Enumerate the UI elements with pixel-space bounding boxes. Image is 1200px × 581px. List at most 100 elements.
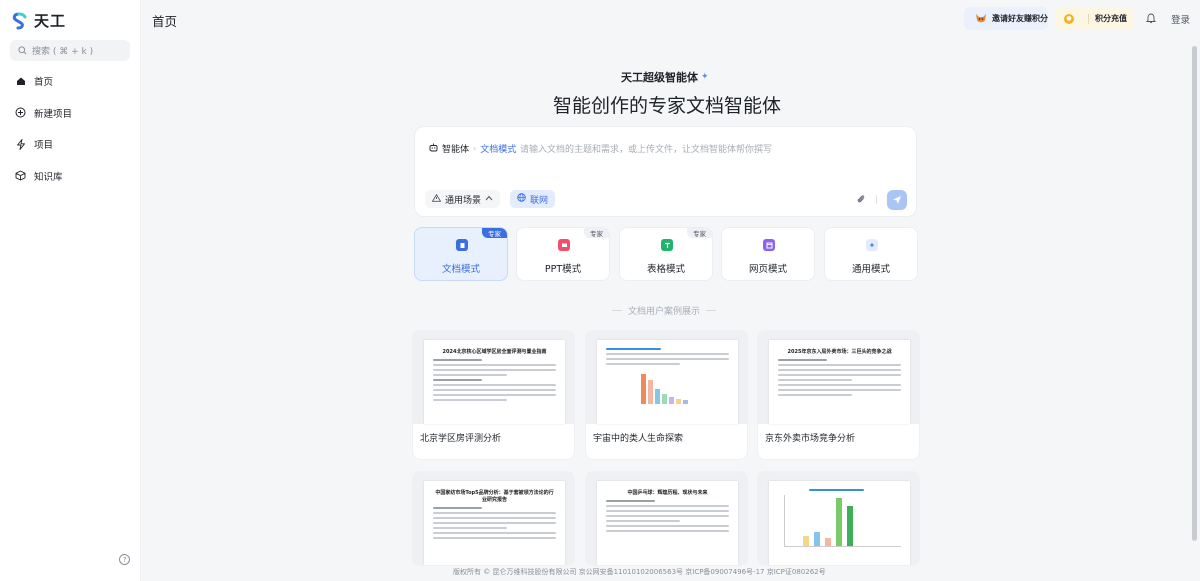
lightning-icon <box>15 138 26 150</box>
hero-headline: 智能创作的专家文档智能体 <box>553 95 782 117</box>
hero-subtitle: 天工超级智能体 ✦ <box>621 69 709 85</box>
plus-circle-icon <box>15 107 26 118</box>
case-thumbnail: 2024北京核心区域学区房全面评测与置业指南 <box>413 331 574 424</box>
case-card[interactable]: 2024北京核心区域学区房全面评测与置业指南 北京学区房评测分析 <box>412 330 575 460</box>
app-logo[interactable]: 天工 <box>10 10 66 31</box>
case-card[interactable]: 宇宙中的类人生命探索 <box>585 330 748 460</box>
case-card[interactable]: 2025年京东入局外卖市场：三巨头的竞争之战 京东外卖市场竞争分析 <box>757 330 920 460</box>
invite-button[interactable]: 邀请好友赚积分 <box>964 7 1048 30</box>
prompt-input[interactable]: 请输入文档的主题和需求，或上传文件，让文档智能体帮你撰写 <box>520 142 772 155</box>
send-button[interactable] <box>887 190 907 210</box>
mode-label: 网页模式 <box>748 264 787 275</box>
pro-badge: 专家 <box>584 228 609 238</box>
case-caption: 京东外卖市场竞争分析 <box>765 434 856 444</box>
robot-icon <box>429 143 438 155</box>
sidebar: 天工 搜索 ( ⌘ + k ) 首页 新建项目 项目 知识库 ? <box>0 0 141 581</box>
doc-title: 中国家纺市场Top5品牌分析：基于套被领方法论的行业研究报告 <box>435 490 554 503</box>
pro-badge: 专家 <box>482 228 507 238</box>
search-input[interactable]: 搜索 ( ⌘ + k ) <box>10 40 130 61</box>
web-search-label: 联网 <box>530 195 549 206</box>
logo-icon <box>12 12 27 29</box>
attachment-icon[interactable] <box>856 194 866 204</box>
page-title: 首页 <box>152 14 178 29</box>
send-icon <box>893 196 901 204</box>
case-caption: 北京学区房评测分析 <box>420 434 502 444</box>
table-icon <box>661 239 673 251</box>
case-card[interactable] <box>757 471 920 566</box>
cube-icon <box>15 170 26 181</box>
prompt-box: 智能体 › 文档模式 请输入文档的主题和需求，或上传文件，让文档智能体帮你撰写 … <box>414 126 917 217</box>
mode-label: 表格模式 <box>646 264 685 275</box>
mode-card-ppt[interactable]: 专家 PPT模式 <box>516 227 610 281</box>
mode-label: 文档模式 <box>441 264 480 275</box>
coin-icon: ● <box>1064 13 1074 24</box>
search-icon <box>18 46 27 55</box>
doc-title: 中国乒乓球：辉煌历程、现状与未来 <box>627 490 708 496</box>
document-preview: 中国乒乓球：辉煌历程、现状与未来 <box>597 481 738 565</box>
sidebar-item-label: 首页 <box>34 77 54 88</box>
case-thumbnail: 中国家纺市场Top5品牌分析：基于套被领方法论的行业研究报告 <box>413 472 574 565</box>
web-search-toggle[interactable]: 联网 <box>510 190 556 208</box>
cases-section-title: 文档用户案例展示 <box>612 304 717 317</box>
sidebar-item-home[interactable]: 首页 <box>0 70 141 92</box>
sidebar-nav: 首页 新建项目 项目 知识库 <box>0 70 141 196</box>
bar-chart-preview <box>606 370 729 404</box>
pro-badge: 专家 <box>687 228 712 238</box>
mode-card-general[interactable]: ✦ 通用模式 <box>824 227 918 281</box>
presentation-icon <box>558 239 570 251</box>
hero-subtitle-text: 天工超级智能体 <box>621 71 698 84</box>
case-card[interactable]: 中国乒乓球：辉煌历程、现状与未来 <box>585 471 748 566</box>
globe-icon <box>517 193 526 205</box>
document-preview <box>769 481 910 565</box>
fox-mascot-icon <box>974 11 988 27</box>
warning-triangle-icon <box>431 193 442 205</box>
sidebar-item-label: 项目 <box>34 140 54 151</box>
document-preview: 中国家纺市场Top5品牌分析：基于套被领方法论的行业研究报告 <box>424 481 565 565</box>
bell-icon[interactable] <box>1145 12 1157 24</box>
points-recharge-button[interactable]: ● 积分充值 <box>1056 7 1134 30</box>
doc-title: 2025年京东入局外卖市场：三巨头的竞争之战 <box>787 349 892 355</box>
document-preview: 2025年京东入局外卖市场：三巨头的竞争之战 <box>769 340 910 424</box>
login-button[interactable]: 登录 <box>1171 12 1190 26</box>
agent-label: 智能体 <box>442 145 470 155</box>
sidebar-item-projects[interactable]: 项目 <box>0 133 141 155</box>
chevron-right-icon: › <box>473 144 477 153</box>
scene-label: 通用场景 <box>445 195 482 206</box>
case-thumbnail <box>586 331 747 424</box>
footer-copyright: 版权所有 © 昆仑万维科技股份有限公司 京公网安备11010102006563号… <box>453 568 826 576</box>
mode-card-document[interactable]: 专家 文档模式 <box>414 227 508 281</box>
mode-label: PPT模式 <box>544 264 582 275</box>
cases-title: 文档用户案例展示 <box>628 307 701 317</box>
sidebar-item-label: 知识库 <box>34 171 63 183</box>
current-mode-label: 文档模式 <box>480 145 517 155</box>
divider <box>612 310 622 311</box>
sidebar-item-label: 新建项目 <box>34 108 73 120</box>
search-placeholder: 搜索 ( ⌘ + k ) <box>32 47 94 57</box>
doc-title: 2024北京核心区域学区房全面评测与置业指南 <box>442 349 547 355</box>
case-card[interactable]: 中国家纺市场Top5品牌分析：基于套被领方法论的行业研究报告 <box>412 471 575 566</box>
mode-breadcrumb[interactable]: 智能体 › 文档模式 <box>429 142 516 155</box>
case-thumbnail <box>758 472 919 565</box>
home-icon <box>15 76 26 87</box>
document-preview <box>597 340 738 424</box>
app-name: 天工 <box>34 12 67 30</box>
webpage-icon <box>763 239 775 251</box>
scene-selector[interactable]: 通用场景 <box>425 190 501 208</box>
sidebar-item-knowledge[interactable]: 知识库 <box>0 165 141 187</box>
mode-card-spreadsheet[interactable]: 专家 表格模式 <box>619 227 713 281</box>
case-caption: 宇宙中的类人生命探索 <box>593 434 684 444</box>
case-thumbnail: 2025年京东入局外卖市场：三巨头的竞争之战 <box>758 331 919 424</box>
sparkle-icon: ✦ <box>866 239 878 251</box>
divider <box>876 195 877 204</box>
scrollbar[interactable] <box>1192 46 1197 541</box>
mode-card-webpage[interactable]: 网页模式 <box>721 227 815 281</box>
chevron-up-icon <box>485 194 493 204</box>
document-preview: 2024北京核心区域学区房全面评测与置业指南 <box>424 340 565 424</box>
bar-chart-preview <box>784 495 901 547</box>
help-icon[interactable]: ? <box>119 554 130 565</box>
points-label: 积分充值 <box>1095 14 1127 23</box>
case-thumbnail: 中国乒乓球：辉煌历程、现状与未来 <box>586 472 747 565</box>
document-icon <box>456 239 468 251</box>
sidebar-item-new-project[interactable]: 新建项目 <box>0 102 141 124</box>
divider <box>1088 13 1089 24</box>
